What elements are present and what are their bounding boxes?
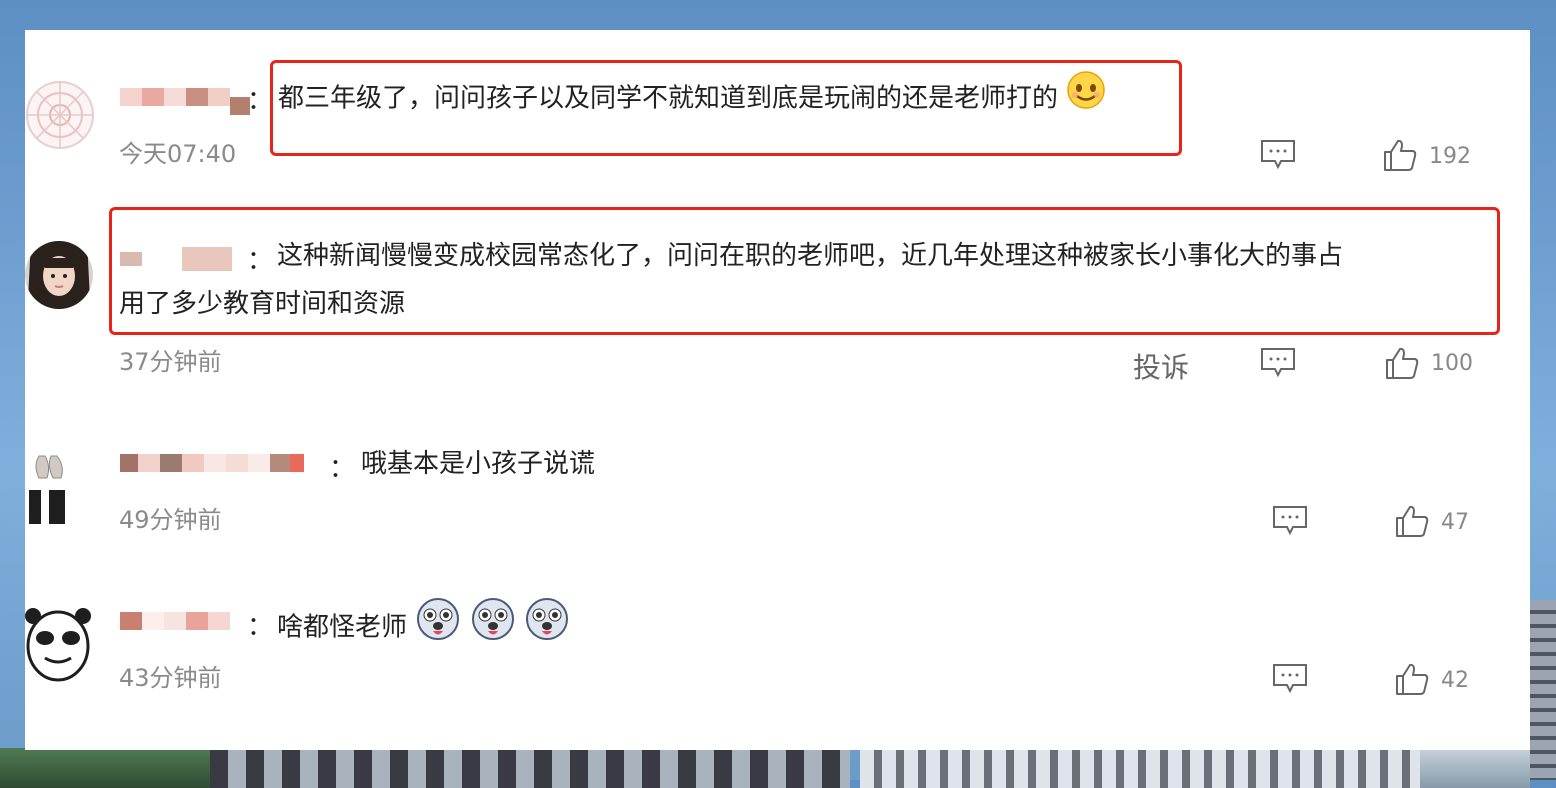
dog-face-emoji-icon	[415, 596, 461, 660]
background-tower	[1530, 600, 1556, 780]
colon: ：	[329, 454, 356, 484]
like-count: 100	[1431, 351, 1473, 376]
username-blurred[interactable]	[120, 82, 250, 115]
dog-face-emoji-icon	[524, 596, 570, 660]
comment-list: ： 都三年级了，问问孩子以及同学不就知道到底是玩闹的还是老师打的 今天07:40…	[25, 30, 1530, 750]
colon: ：	[247, 612, 274, 642]
comment-time: 37分钟前	[119, 348, 222, 376]
comment-text: 哦基本是小孩子说谎	[361, 449, 596, 479]
comment-time: 49分钟前	[119, 506, 222, 534]
avatar-image	[25, 241, 93, 309]
username-blurred[interactable]	[120, 448, 304, 478]
dog-face-emoji-icon	[470, 596, 516, 660]
highlight-box-comment-2	[109, 207, 1500, 335]
avatar[interactable]	[25, 450, 73, 530]
report-button[interactable]: 投诉	[1133, 346, 1189, 386]
thumbs-up-icon[interactable]	[1394, 504, 1430, 542]
comment-time: 43分钟前	[119, 664, 222, 692]
comment-bubble-icon[interactable]	[1259, 138, 1297, 174]
comment-bubble-icon[interactable]	[1271, 504, 1309, 540]
comment-time: 今天07:40	[119, 140, 237, 168]
like-count: 42	[1441, 668, 1469, 693]
thumbs-up-icon[interactable]	[1394, 662, 1430, 700]
avatar-image	[25, 602, 91, 686]
background-building-right	[860, 748, 1420, 788]
avatar[interactable]	[25, 230, 93, 320]
avatar[interactable]	[25, 602, 91, 686]
thumbs-up-icon[interactable]	[1384, 346, 1420, 384]
thumbs-up-icon[interactable]	[1382, 138, 1418, 176]
avatar[interactable]	[25, 70, 95, 160]
like-count: 47	[1441, 510, 1469, 535]
background-trees	[0, 748, 210, 788]
comment-bubble-icon[interactable]	[1271, 662, 1309, 698]
background-structure	[1420, 748, 1530, 788]
like-count: 192	[1429, 144, 1471, 169]
avatar-image	[26, 81, 94, 149]
username-blurred[interactable]	[120, 606, 230, 636]
background-building	[210, 748, 850, 788]
comment-bubble-icon[interactable]	[1259, 346, 1297, 382]
comment-text-content: 啥都怪老师	[277, 612, 408, 643]
avatar-image	[25, 450, 73, 530]
comment-text: 啥都怪老师	[277, 596, 570, 660]
highlight-box-comment-1	[270, 60, 1182, 156]
